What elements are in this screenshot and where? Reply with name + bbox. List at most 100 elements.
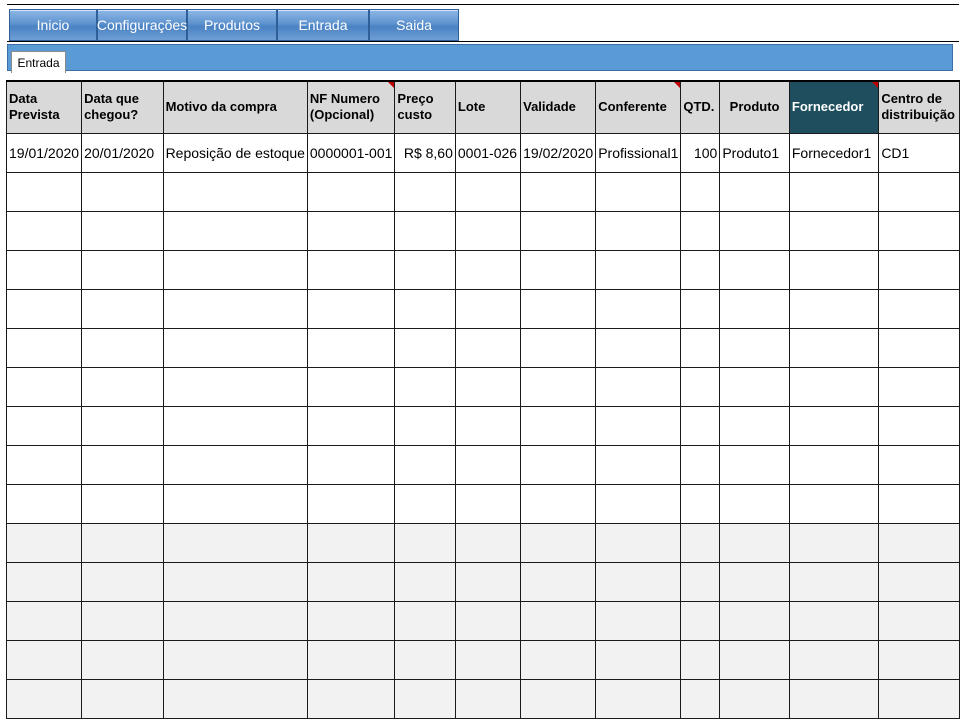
empty-cell[interactable] — [5, 327, 83, 368]
empty-cell[interactable] — [788, 444, 880, 485]
empty-cell[interactable] — [454, 327, 522, 368]
empty-cell[interactable] — [719, 327, 790, 368]
empty-cell[interactable] — [595, 483, 682, 524]
empty-cell[interactable] — [81, 639, 164, 680]
empty-cell[interactable] — [595, 444, 682, 485]
empty-cell[interactable] — [878, 678, 960, 719]
empty-cell[interactable] — [454, 249, 522, 290]
empty-cell[interactable] — [719, 366, 790, 407]
empty-cell[interactable] — [306, 600, 396, 641]
empty-cell[interactable] — [394, 561, 456, 602]
empty-cell[interactable] — [878, 405, 960, 446]
empty-cell[interactable] — [394, 600, 456, 641]
empty-cell[interactable] — [81, 405, 164, 446]
empty-cell[interactable] — [454, 483, 522, 524]
empty-cell[interactable] — [680, 366, 721, 407]
empty-cell[interactable] — [595, 288, 682, 329]
header-produto[interactable]: Produto — [719, 80, 790, 134]
empty-cell[interactable] — [454, 444, 522, 485]
empty-cell[interactable] — [788, 639, 880, 680]
empty-cell[interactable] — [788, 366, 880, 407]
empty-cell[interactable] — [680, 210, 721, 251]
cell-produto[interactable]: Produto1 — [719, 132, 790, 173]
header-conferente[interactable]: Conferente — [595, 80, 682, 134]
empty-cell[interactable] — [306, 210, 396, 251]
header-validade[interactable]: Validade — [520, 80, 597, 134]
empty-cell[interactable] — [81, 288, 164, 329]
empty-cell[interactable] — [454, 639, 522, 680]
empty-cell[interactable] — [878, 483, 960, 524]
empty-cell[interactable] — [520, 366, 597, 407]
empty-cell[interactable] — [680, 171, 721, 212]
cell-motivo-compra[interactable]: Reposição de estoque — [162, 132, 308, 173]
empty-cell[interactable] — [306, 483, 396, 524]
empty-cell[interactable] — [306, 678, 396, 719]
empty-cell[interactable] — [394, 444, 456, 485]
empty-cell[interactable] — [719, 639, 790, 680]
empty-cell[interactable] — [394, 483, 456, 524]
header-nf-numero[interactable]: NF Numero (Opcional) — [306, 80, 396, 134]
empty-cell[interactable] — [520, 639, 597, 680]
empty-cell[interactable] — [454, 600, 522, 641]
empty-cell[interactable] — [5, 210, 83, 251]
empty-cell[interactable] — [520, 171, 597, 212]
empty-cell[interactable] — [719, 600, 790, 641]
empty-cell[interactable] — [595, 678, 682, 719]
empty-cell[interactable] — [162, 327, 308, 368]
empty-cell[interactable] — [719, 561, 790, 602]
empty-cell[interactable] — [81, 522, 164, 563]
empty-cell[interactable] — [162, 561, 308, 602]
empty-cell[interactable] — [878, 561, 960, 602]
empty-cell[interactable] — [680, 678, 721, 719]
cell-data-chegou[interactable]: 20/01/2020 — [81, 132, 164, 173]
header-qtd[interactable]: QTD. — [680, 80, 721, 134]
empty-cell[interactable] — [5, 444, 83, 485]
empty-cell[interactable] — [788, 210, 880, 251]
empty-cell[interactable] — [719, 249, 790, 290]
empty-cell[interactable] — [680, 288, 721, 329]
cell-preco-custo[interactable]: R$ 8,60 — [394, 132, 456, 173]
empty-cell[interactable] — [788, 561, 880, 602]
empty-cell[interactable] — [680, 405, 721, 446]
empty-cell[interactable] — [81, 444, 164, 485]
empty-cell[interactable] — [454, 366, 522, 407]
cell-data-prevista[interactable]: 19/01/2020 — [5, 132, 83, 173]
nav-configuracoes-button[interactable]: Configurações — [97, 9, 187, 41]
empty-cell[interactable] — [520, 405, 597, 446]
empty-cell[interactable] — [878, 210, 960, 251]
empty-cell[interactable] — [878, 327, 960, 368]
cell-nf-numero[interactable]: 0000001-001 — [306, 132, 396, 173]
empty-cell[interactable] — [680, 327, 721, 368]
empty-cell[interactable] — [520, 444, 597, 485]
empty-cell[interactable] — [394, 405, 456, 446]
empty-cell[interactable] — [5, 678, 83, 719]
empty-cell[interactable] — [5, 561, 83, 602]
empty-cell[interactable] — [595, 600, 682, 641]
empty-cell[interactable] — [680, 249, 721, 290]
empty-cell[interactable] — [162, 366, 308, 407]
empty-cell[interactable] — [520, 561, 597, 602]
empty-cell[interactable] — [595, 522, 682, 563]
empty-cell[interactable] — [81, 249, 164, 290]
sheet-tab-entrada[interactable]: Entrada — [11, 51, 66, 73]
empty-cell[interactable] — [306, 366, 396, 407]
empty-cell[interactable] — [454, 210, 522, 251]
empty-cell[interactable] — [162, 522, 308, 563]
empty-cell[interactable] — [719, 288, 790, 329]
empty-cell[interactable] — [306, 444, 396, 485]
empty-cell[interactable] — [520, 210, 597, 251]
header-data-chegou[interactable]: Data que chegou? — [81, 80, 164, 134]
empty-cell[interactable] — [394, 522, 456, 563]
header-data-prevista[interactable]: Data Prevista — [5, 80, 83, 134]
empty-cell[interactable] — [595, 366, 682, 407]
empty-cell[interactable] — [788, 288, 880, 329]
empty-cell[interactable] — [454, 405, 522, 446]
empty-cell[interactable] — [878, 366, 960, 407]
empty-cell[interactable] — [454, 678, 522, 719]
empty-cell[interactable] — [788, 600, 880, 641]
header-fornecedor[interactable]: Fornecedor — [788, 80, 880, 134]
empty-cell[interactable] — [394, 639, 456, 680]
empty-cell[interactable] — [394, 366, 456, 407]
empty-cell[interactable] — [81, 678, 164, 719]
empty-cell[interactable] — [5, 639, 83, 680]
